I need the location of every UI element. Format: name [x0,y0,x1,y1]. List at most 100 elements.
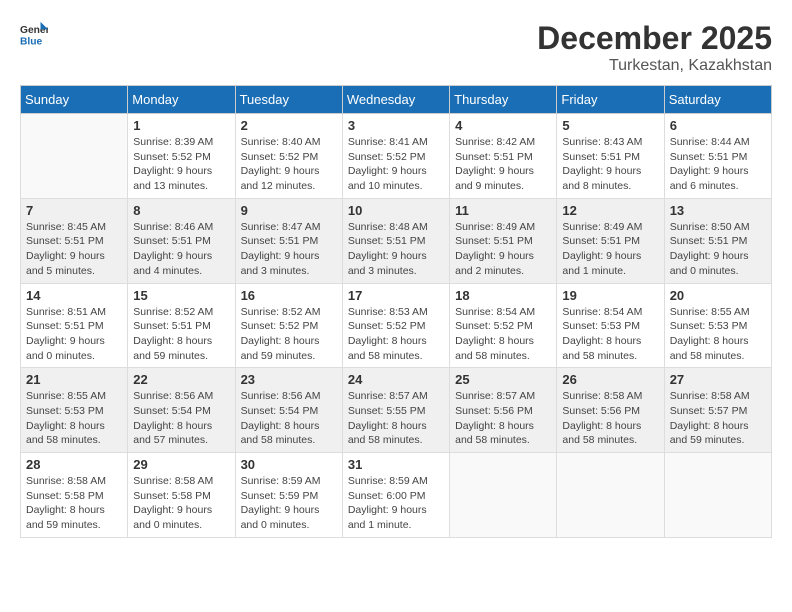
table-row [21,114,128,199]
day-number: 24 [348,372,444,387]
weekday-header-row: SundayMondayTuesdayWednesdayThursdayFrid… [21,86,772,114]
day-info: Sunrise: 8:56 AMSunset: 5:54 PMDaylight:… [133,389,229,448]
day-number: 21 [26,372,122,387]
calendar-week-row: 21Sunrise: 8:55 AMSunset: 5:53 PMDayligh… [21,368,772,453]
weekday-header-friday: Friday [557,86,664,114]
table-row: 20 Sunrise: 8:55 AMSunset: 5:53 PMDayligh… [664,283,771,368]
table-row [557,453,664,538]
day-number: 16 [241,288,337,303]
table-row: 5Sunrise: 8:43 AMSunset: 5:51 PMDaylight… [557,114,664,199]
day-number: 31 [348,457,444,472]
day-number: 6 [670,118,766,133]
table-row: 13 Sunrise: 8:50 AMSunset: 5:51 PMDayligh… [664,198,771,283]
table-row: 8 Sunrise: 8:46 AMSunset: 5:51 PMDaylight… [128,198,235,283]
logo-icon: General Blue [20,20,48,48]
calendar-week-row: 14 Sunrise: 8:51 AMSunset: 5:51 PMDayligh… [21,283,772,368]
table-row: 10Sunrise: 8:48 AMSunset: 5:51 PMDayligh… [342,198,449,283]
weekday-header-sunday: Sunday [21,86,128,114]
day-number: 30 [241,457,337,472]
weekday-header-thursday: Thursday [450,86,557,114]
day-number: 17 [348,288,444,303]
table-row: 31Sunrise: 8:59 AMSunset: 6:00 PMDayligh… [342,453,449,538]
day-number: 3 [348,118,444,133]
day-number: 1 [133,118,229,133]
table-row: 9 Sunrise: 8:47 AMSunset: 5:51 PMDaylight… [235,198,342,283]
day-number: 12 [562,203,658,218]
day-number: 4 [455,118,551,133]
table-row: 24 Sunrise: 8:57 AMSunset: 5:55 PMDayligh… [342,368,449,453]
table-row: 19 Sunrise: 8:54 AMSunset: 5:53 PMDayligh… [557,283,664,368]
table-row: 12Sunrise: 8:49 AMSunset: 5:51 PMDayligh… [557,198,664,283]
table-row: 7 Sunrise: 8:45 AMSunset: 5:51 PMDaylight… [21,198,128,283]
day-info: Sunrise: 8:40 AMSunset: 5:52 PMDaylight:… [241,135,337,194]
day-info: Sunrise: 8:51 AMSunset: 5:51 PMDaylight:… [26,305,122,364]
day-number: 8 [133,203,229,218]
day-info: Sunrise: 8:50 AMSunset: 5:51 PMDaylight:… [670,220,766,279]
table-row [450,453,557,538]
day-number: 9 [241,203,337,218]
calendar-week-row: 28 Sunrise: 8:58 AMSunset: 5:58 PMDayligh… [21,453,772,538]
calendar-week-row: 7 Sunrise: 8:45 AMSunset: 5:51 PMDaylight… [21,198,772,283]
table-row: 29Sunrise: 8:58 AMSunset: 5:58 PMDayligh… [128,453,235,538]
day-info: Sunrise: 8:58 AMSunset: 5:56 PMDaylight:… [562,389,658,448]
day-number: 2 [241,118,337,133]
table-row: 1 Sunrise: 8:39 AMSunset: 5:52 PMDaylight… [128,114,235,199]
day-number: 28 [26,457,122,472]
table-row: 14 Sunrise: 8:51 AMSunset: 5:51 PMDayligh… [21,283,128,368]
table-row: 22Sunrise: 8:56 AMSunset: 5:54 PMDayligh… [128,368,235,453]
day-info: Sunrise: 8:44 AMSunset: 5:51 PMDaylight:… [670,135,766,194]
day-info: Sunrise: 8:45 AMSunset: 5:51 PMDaylight:… [26,220,122,279]
day-info: Sunrise: 8:39 AMSunset: 5:52 PMDaylight:… [133,135,229,194]
day-info: Sunrise: 8:54 AMSunset: 5:53 PMDaylight:… [562,305,658,364]
logo: General Blue [20,20,48,48]
day-number: 7 [26,203,122,218]
weekday-header-wednesday: Wednesday [342,86,449,114]
table-row: 11Sunrise: 8:49 AMSunset: 5:51 PMDayligh… [450,198,557,283]
page-title: December 2025 [537,20,772,57]
day-number: 19 [562,288,658,303]
table-row: 16 Sunrise: 8:52 AMSunset: 5:52 PMDayligh… [235,283,342,368]
table-row: 27 Sunrise: 8:58 AMSunset: 5:57 PMDayligh… [664,368,771,453]
day-info: Sunrise: 8:42 AMSunset: 5:51 PMDaylight:… [455,135,551,194]
table-row: 23 Sunrise: 8:56 AMSunset: 5:54 PMDayligh… [235,368,342,453]
weekday-header-monday: Monday [128,86,235,114]
page-subtitle: Turkestan, Kazakhstan [537,57,772,75]
day-info: Sunrise: 8:59 AMSunset: 5:59 PMDaylight:… [241,474,337,533]
weekday-header-saturday: Saturday [664,86,771,114]
day-number: 5 [562,118,658,133]
table-row: 4 Sunrise: 8:42 AMSunset: 5:51 PMDaylight… [450,114,557,199]
day-number: 27 [670,372,766,387]
day-number: 14 [26,288,122,303]
svg-text:Blue: Blue [20,36,43,47]
day-info: Sunrise: 8:52 AMSunset: 5:52 PMDaylight:… [241,305,337,364]
day-number: 13 [670,203,766,218]
day-number: 20 [670,288,766,303]
title-section: December 2025 Turkestan, Kazakhstan [537,20,772,75]
table-row: 17Sunrise: 8:53 AMSunset: 5:52 PMDayligh… [342,283,449,368]
table-row: 21Sunrise: 8:55 AMSunset: 5:53 PMDayligh… [21,368,128,453]
day-info: Sunrise: 8:52 AMSunset: 5:51 PMDaylight:… [133,305,229,364]
day-number: 29 [133,457,229,472]
table-row: 26Sunrise: 8:58 AMSunset: 5:56 PMDayligh… [557,368,664,453]
table-row: 3 Sunrise: 8:41 AMSunset: 5:52 PMDaylight… [342,114,449,199]
calendar: SundayMondayTuesdayWednesdayThursdayFrid… [20,85,772,538]
day-info: Sunrise: 8:46 AMSunset: 5:51 PMDaylight:… [133,220,229,279]
table-row: 25Sunrise: 8:57 AMSunset: 5:56 PMDayligh… [450,368,557,453]
day-number: 23 [241,372,337,387]
day-info: Sunrise: 8:47 AMSunset: 5:51 PMDaylight:… [241,220,337,279]
day-info: Sunrise: 8:41 AMSunset: 5:52 PMDaylight:… [348,135,444,194]
table-row: 18 Sunrise: 8:54 AMSunset: 5:52 PMDayligh… [450,283,557,368]
table-row: 15 Sunrise: 8:52 AMSunset: 5:51 PMDayligh… [128,283,235,368]
table-row: 30 Sunrise: 8:59 AMSunset: 5:59 PMDayligh… [235,453,342,538]
day-info: Sunrise: 8:54 AMSunset: 5:52 PMDaylight:… [455,305,551,364]
day-info: Sunrise: 8:58 AMSunset: 5:57 PMDaylight:… [670,389,766,448]
weekday-header-tuesday: Tuesday [235,86,342,114]
day-info: Sunrise: 8:58 AMSunset: 5:58 PMDaylight:… [26,474,122,533]
day-info: Sunrise: 8:56 AMSunset: 5:54 PMDaylight:… [241,389,337,448]
day-info: Sunrise: 8:57 AMSunset: 5:55 PMDaylight:… [348,389,444,448]
day-info: Sunrise: 8:55 AMSunset: 5:53 PMDaylight:… [670,305,766,364]
day-number: 25 [455,372,551,387]
table-row [664,453,771,538]
day-number: 18 [455,288,551,303]
day-number: 15 [133,288,229,303]
